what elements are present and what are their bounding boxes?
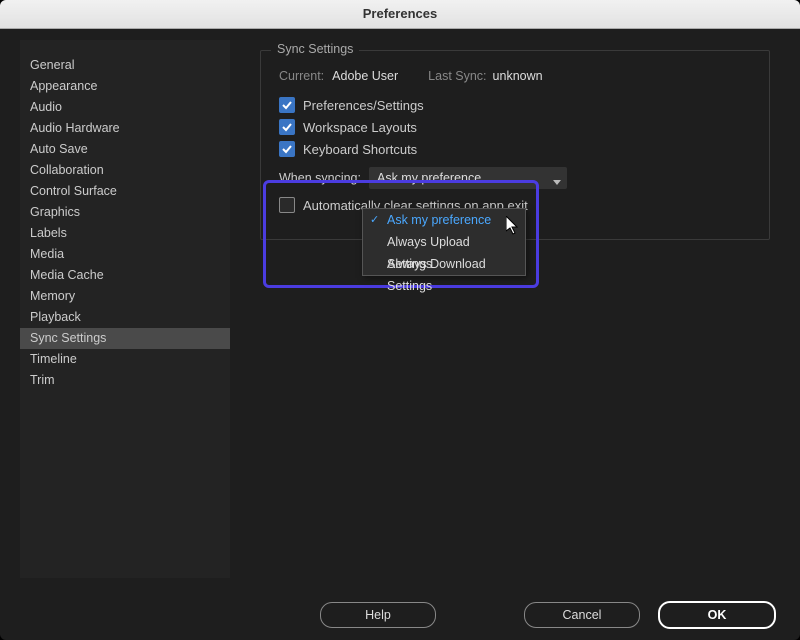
checkbox-label: Workspace Layouts [303,120,417,135]
dialog-body: GeneralAppearanceAudioAudio HardwareAuto… [0,28,800,590]
sidebar-item-audio[interactable]: Audio [20,97,230,118]
when-syncing-label: When syncing: [279,171,361,185]
when-syncing-row: When syncing: Ask my preference [279,167,751,189]
preferences-dialog: Preferences GeneralAppearanceAudioAudio … [0,0,800,640]
dropdown-option[interactable]: Always Download Settings [363,253,525,275]
ok-button[interactable]: OK [658,601,776,629]
sidebar-item-sync-settings[interactable]: Sync Settings [20,328,230,349]
dialog-title: Preferences [0,0,800,29]
fieldset-legend: Sync Settings [271,42,359,56]
checkbox-label: Preferences/Settings [303,98,424,113]
current-label: Current: [279,69,324,83]
dropdown-option[interactable]: Ask my preference [363,209,525,231]
last-sync-value: unknown [493,69,543,83]
sidebar-item-labels[interactable]: Labels [20,223,230,244]
sidebar-item-media[interactable]: Media [20,244,230,265]
help-button[interactable]: Help [320,602,436,628]
checkbox[interactable] [279,141,295,157]
checkbox[interactable] [279,97,295,113]
last-sync-label: Last Sync: [428,69,486,83]
checkbox-row: Keyboard Shortcuts [279,141,751,157]
checkbox-label: Keyboard Shortcuts [303,142,417,157]
preferences-main: Sync Settings Current: Adobe User Last S… [230,28,800,590]
sidebar-item-auto-save[interactable]: Auto Save [20,139,230,160]
sidebar-item-memory[interactable]: Memory [20,286,230,307]
preferences-sidebar: GeneralAppearanceAudioAudio HardwareAuto… [20,40,230,578]
sidebar-item-graphics[interactable]: Graphics [20,202,230,223]
sidebar-item-audio-hardware[interactable]: Audio Hardware [20,118,230,139]
checkbox-row: Workspace Layouts [279,119,751,135]
when-syncing-select[interactable]: Ask my preference [369,167,567,189]
sidebar-item-control-surface[interactable]: Control Surface [20,181,230,202]
sidebar-item-appearance[interactable]: Appearance [20,76,230,97]
checkbox-row: Preferences/Settings [279,97,751,113]
current-value: Adobe User [332,69,398,83]
auto-clear-checkbox[interactable] [279,197,295,213]
sidebar-item-general[interactable]: General [20,55,230,76]
chevron-down-icon [553,175,561,189]
when-syncing-value: Ask my preference [377,171,481,185]
sidebar-item-timeline[interactable]: Timeline [20,349,230,370]
checkbox[interactable] [279,119,295,135]
sidebar-item-collaboration[interactable]: Collaboration [20,160,230,181]
sidebar-item-trim[interactable]: Trim [20,370,230,391]
current-user-row: Current: Adobe User Last Sync: unknown [279,69,751,83]
dropdown-option[interactable]: Always Upload Settings [363,231,525,253]
dialog-footer: Help Cancel OK [0,590,800,640]
cancel-button[interactable]: Cancel [524,602,640,628]
when-syncing-dropdown[interactable]: Ask my preferenceAlways Upload SettingsA… [362,208,526,276]
sidebar-item-playback[interactable]: Playback [20,307,230,328]
sidebar-item-media-cache[interactable]: Media Cache [20,265,230,286]
